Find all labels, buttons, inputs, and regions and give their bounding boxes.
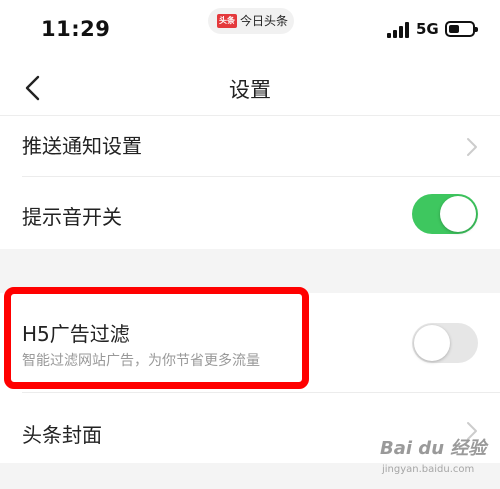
watermark-text: Bai du 经验 (380, 438, 487, 459)
app-name: 今日头条 (240, 14, 289, 28)
setting-label: 头条封面 (22, 423, 102, 447)
battery-icon (445, 21, 478, 37)
status-time: 11:29 (41, 17, 111, 41)
app-indicator[interactable]: 头条 今日头条 (208, 8, 294, 34)
sound-toggle[interactable] (412, 194, 478, 234)
watermark-url: jingyan.baidu.com (382, 464, 475, 475)
app-logo-icon: 头条 (217, 14, 237, 28)
setting-label: 推送通知设置 (22, 134, 142, 158)
watermark: Bai du 经验 jingyan.baidu.com (380, 432, 498, 484)
toggle-knob (414, 325, 450, 361)
toggle-knob (440, 196, 476, 232)
nav-bar: 设置 (0, 62, 500, 116)
status-bar: 11:29 头条 今日头条 5G (0, 0, 500, 62)
signal-icon (387, 22, 411, 38)
setting-sound: 提示音开关 (0, 177, 500, 249)
h5-ad-filter-toggle[interactable] (412, 323, 478, 363)
page-title: 设置 (229, 78, 271, 102)
network-type: 5G (416, 20, 439, 38)
highlight-box (4, 287, 309, 389)
setting-push-notifications[interactable]: 推送通知设置 (0, 117, 500, 177)
setting-label: 提示音开关 (22, 205, 122, 229)
chevron-right-icon (467, 138, 477, 156)
